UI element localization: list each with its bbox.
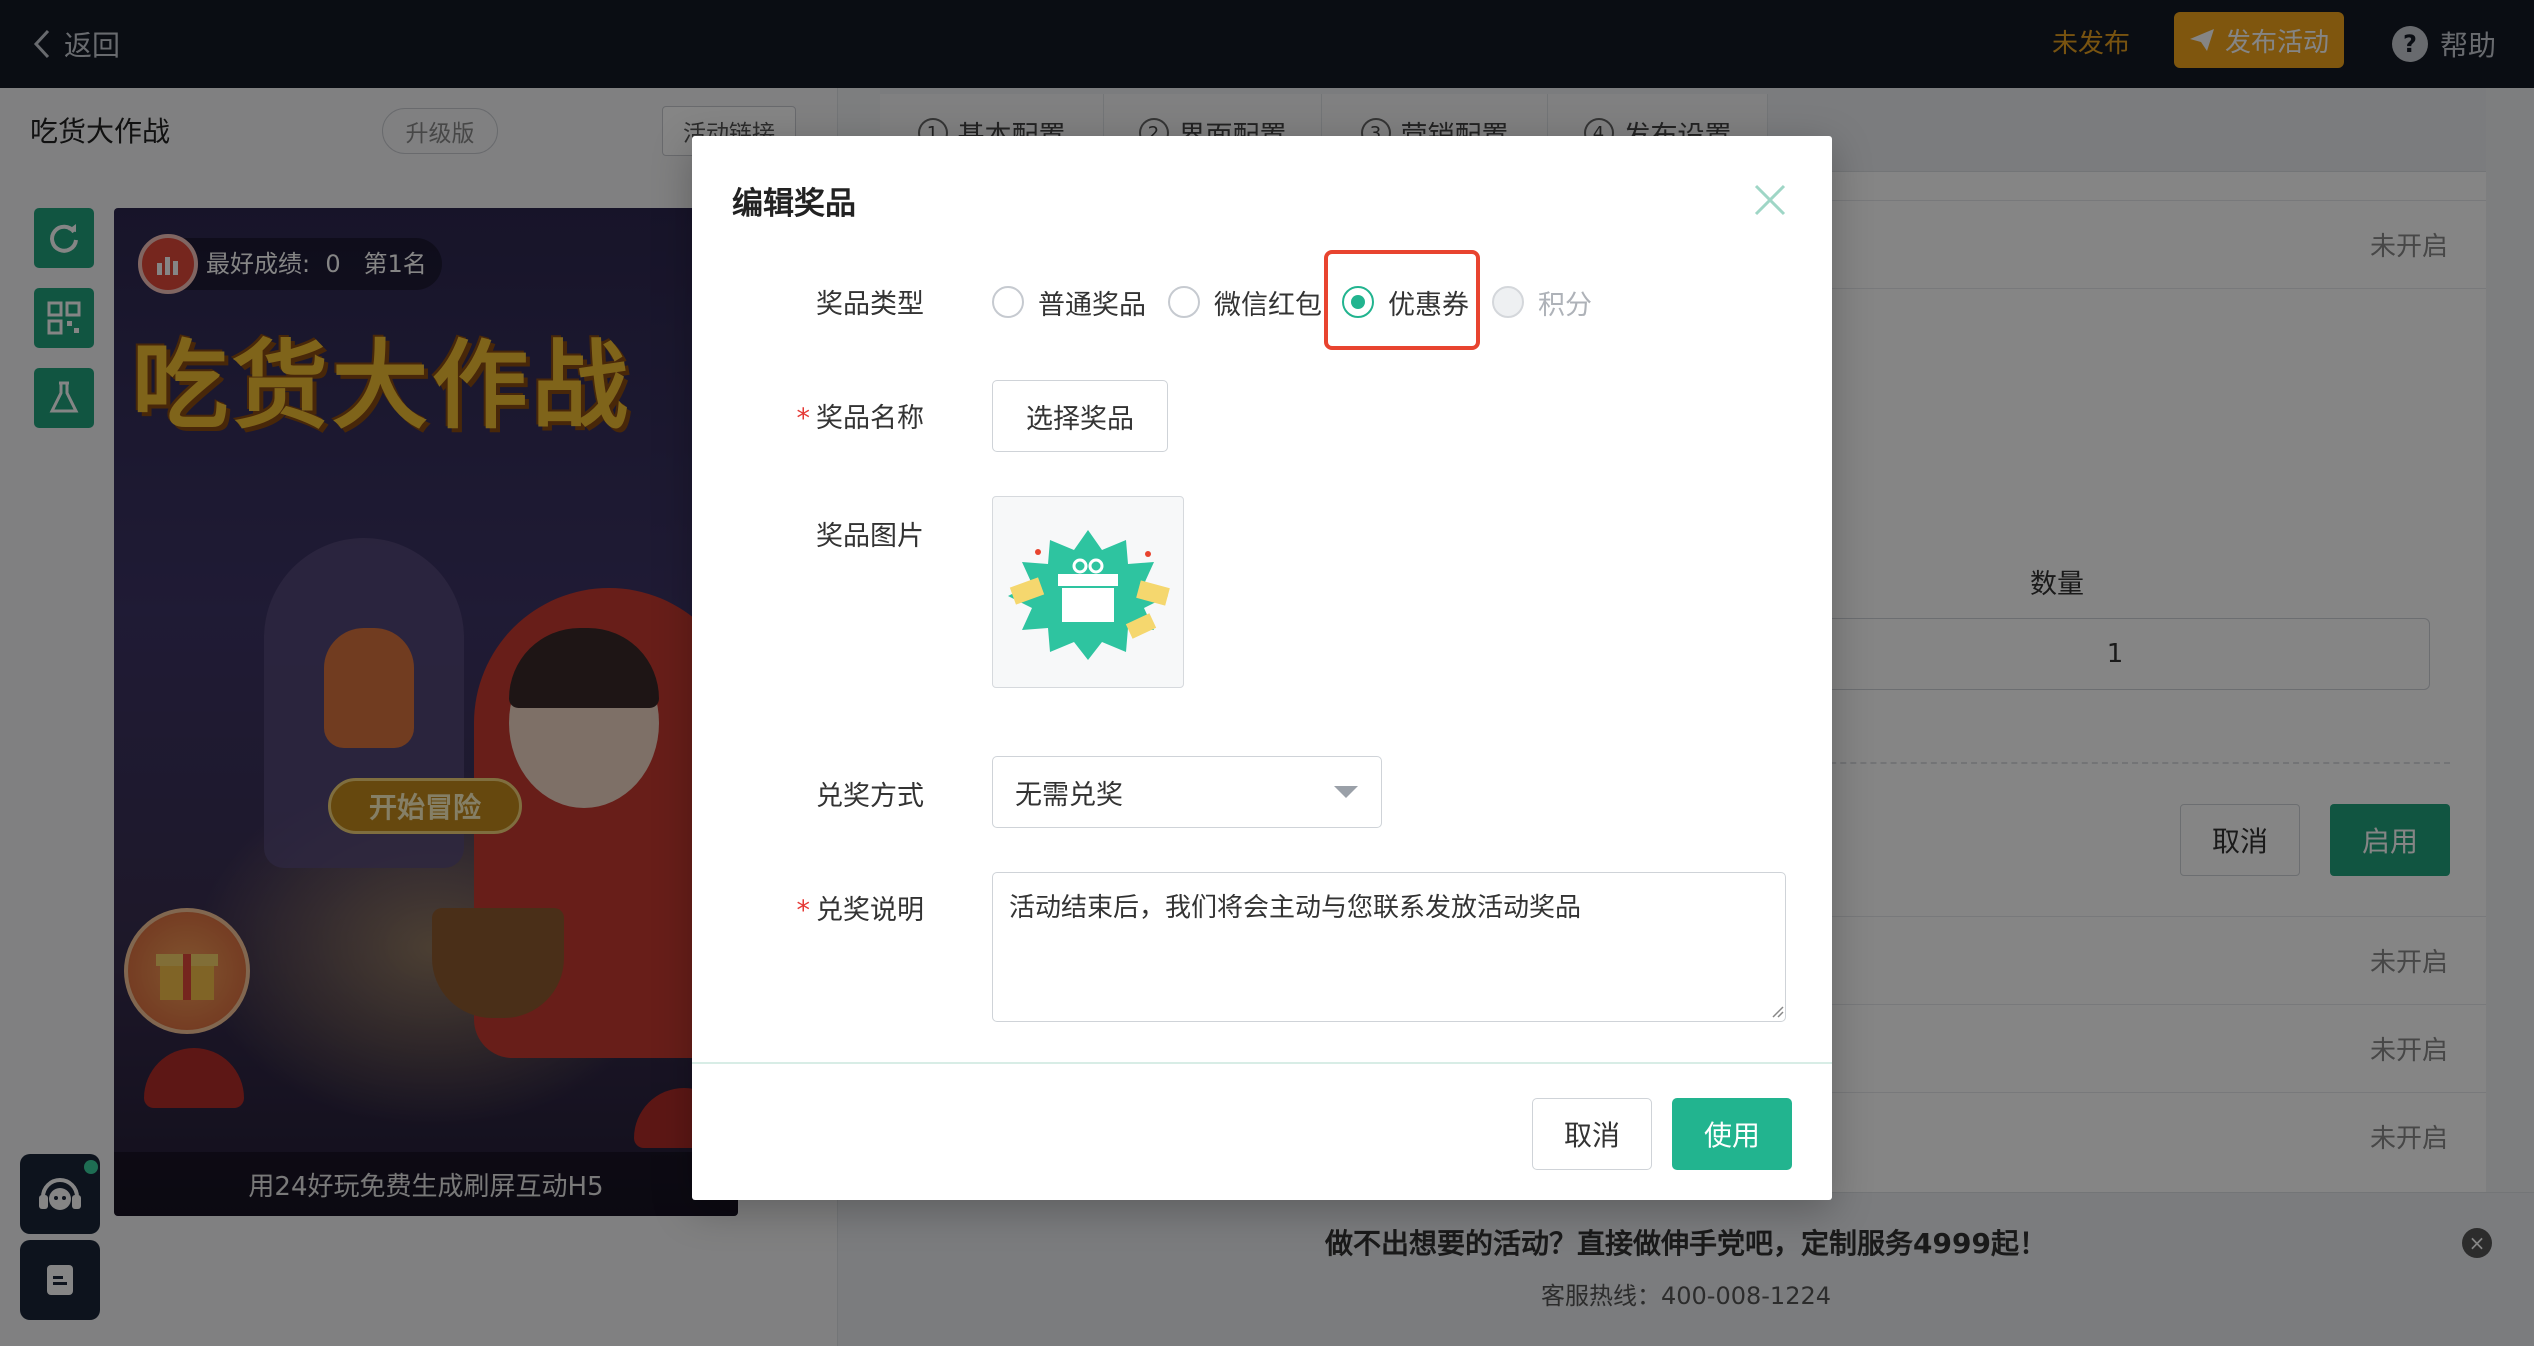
prize-name-label: * 奖品名称: [796, 403, 925, 434]
redeem-desc-textarea[interactable]: 活动结束后，我们将会主动与您联系发放活动奖品: [992, 872, 1786, 1022]
dialog-footer-divider: [692, 1062, 1832, 1064]
prize-type-label: 奖品类型: [816, 289, 924, 320]
radio-normal-prize[interactable]: 普通奖品: [992, 280, 1146, 324]
chevron-down-icon: [1334, 786, 1358, 798]
prize-image-upload[interactable]: [992, 496, 1184, 688]
resize-handle-icon[interactable]: [1772, 1006, 1784, 1018]
dialog-title: 编辑奖品: [732, 186, 856, 222]
gift-burst-icon: [1008, 530, 1170, 660]
edit-prize-dialog: 编辑奖品 奖品类型 普通奖品 微信红包 优惠券 积分 * 奖品名称 选择奖品 奖品…: [692, 136, 1832, 1200]
selection-highlight: [1324, 250, 1480, 350]
prize-image-label: 奖品图片: [816, 521, 924, 552]
choose-prize-button[interactable]: 选择奖品: [992, 380, 1168, 452]
redeem-desc-label: * 兑奖说明: [796, 895, 925, 926]
redeem-method-label: 兑奖方式: [816, 781, 924, 812]
radio-points[interactable]: 积分: [1492, 280, 1592, 324]
dialog-use-button[interactable]: 使用: [1672, 1098, 1792, 1170]
dialog-cancel-button[interactable]: 取消: [1532, 1098, 1652, 1170]
radio-wechat-redpacket[interactable]: 微信红包: [1168, 280, 1322, 324]
redeem-method-select[interactable]: 无需兑奖: [992, 756, 1382, 828]
close-icon[interactable]: [1750, 180, 1790, 220]
